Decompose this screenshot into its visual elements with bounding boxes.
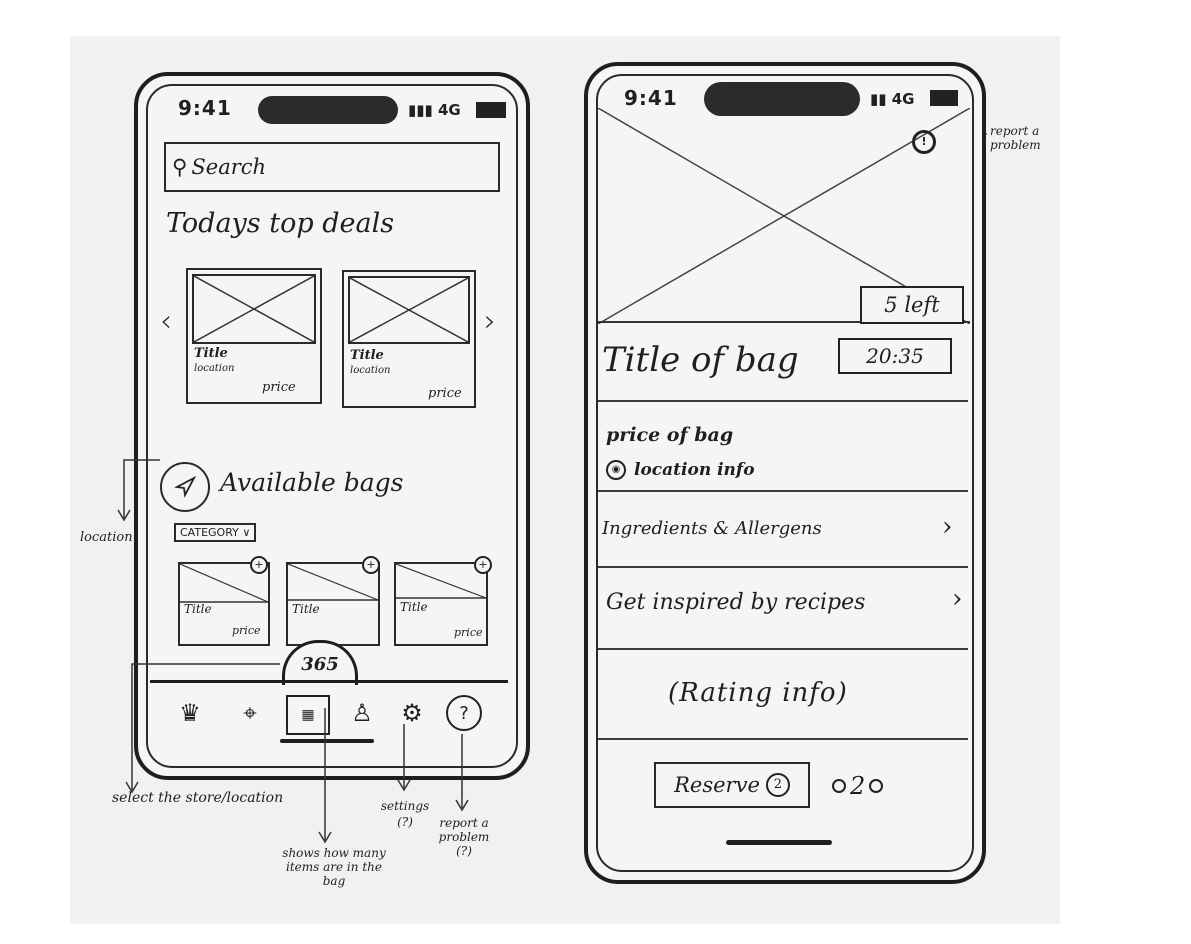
bag-title: Title [292,602,320,616]
bag-card[interactable]: + Title price [394,556,492,646]
stepper-value: 2 [850,772,866,800]
add-to-bag-icon[interactable]: + [250,556,268,574]
home-indicator [726,840,832,845]
user-icon[interactable]: ♙ [344,695,380,731]
increase-icon[interactable] [869,779,884,793]
image-cross-icon [350,278,468,342]
ingredients-label: Ingredients & Allergens [602,518,822,539]
category-label: CATEGORY [180,526,239,539]
location-icon: ◉ [606,460,626,480]
battery-icon [476,102,506,118]
items-left-text: 5 left [884,293,940,317]
reserve-count-badge: 2 [765,773,790,797]
annotation-report-problem-right: report a problem [990,124,1041,152]
annotation-bag-count: shows how many items are in the bag [282,846,386,888]
report-problem-icon[interactable]: ! [912,130,936,154]
bag-title: Title [184,602,212,616]
divider [598,738,968,740]
reserve-label: Reserve [674,773,760,797]
network-label: 4G [891,90,915,108]
chevron-right-icon: › [942,512,953,542]
deal-location: location [350,365,391,376]
image-placeholder-icon [396,564,486,599]
gear-icon[interactable]: ⚙ [394,695,430,731]
deal-title: Title [350,348,384,363]
chevron-right-icon: › [952,584,963,614]
annotation-report-problem: report a problem (?) [438,816,490,858]
chevron-down-icon: ∨ [242,526,251,539]
battery-icon [930,90,958,106]
bag-title: Title of bag [602,340,799,380]
image-cross-icon [194,276,314,342]
annotation-location: location [80,530,133,545]
add-to-bag-icon[interactable]: + [474,556,492,574]
search-input[interactable]: ⚲ Search [164,142,500,192]
category-dropdown[interactable]: CATEGORY ∨ [174,523,257,542]
bag-price: price of bag [606,424,734,446]
bottom-nav: ♛ ⌖ ▦ ♙ ⚙ ? [150,680,508,747]
deal-title: Title [194,346,228,361]
status-time: 9:41 [178,96,232,120]
rating-info: (Rating info) [668,678,848,708]
divider [598,566,968,568]
divider [598,490,968,492]
deal-image-placeholder [348,276,470,344]
decrease-icon[interactable] [832,779,846,793]
location-info-text: location info [634,460,755,480]
bag-card[interactable]: + Title price [178,556,270,646]
recipes-row[interactable]: Get inspired by recipes › [606,584,966,615]
bag-price: price [454,626,483,639]
location-button[interactable] [160,462,210,512]
ingredients-row[interactable]: Ingredients & Allergens › [602,512,962,542]
divider [598,648,968,650]
bag-title: Title [400,600,428,614]
add-to-bag-icon[interactable]: + [362,556,380,574]
bag-icon[interactable]: ▦ [286,695,330,735]
deal-location: location [194,363,235,374]
signal-network: ▮▮▮ 4G [408,101,461,119]
search-placeholder: Search [191,155,267,179]
pickup-timer: 20:35 [838,338,952,374]
recipes-label: Get inspired by recipes [606,590,866,615]
timer-value: 20:35 [866,344,924,368]
deal-card[interactable]: Title location price [342,270,476,408]
crown-icon[interactable]: ♛ [172,695,208,731]
annotation-select-store: select the store/location [112,790,284,806]
active-indicator [280,739,374,743]
bag-price: price [232,624,261,637]
reserve-button[interactable]: Reserve 2 [654,762,810,808]
carousel-next-icon[interactable]: › [484,304,496,339]
top-deals-heading: Todays top deals [166,208,395,239]
deal-price: price [428,386,462,401]
deal-image-placeholder [192,274,316,344]
search-icon: ⚲ [172,155,188,179]
status-time: 9:41 [624,86,678,110]
signal-bars-icon: ▮▮▮ [408,101,433,119]
quantity-stepper[interactable]: 2 [832,772,884,800]
map-pin-icon[interactable]: ⌖ [232,695,268,731]
divider [598,400,968,402]
signal-network: ▮▮ 4G [870,90,915,108]
annotation-settings: settings (?) [380,799,430,829]
location-info-row[interactable]: ◉ location info [606,460,755,480]
signal-bars-icon: ▮▮ [870,90,887,108]
help-icon[interactable]: ? [446,695,482,731]
bag-counter-value: 365 [301,653,339,675]
network-label: 4G [438,101,461,119]
camera-notch [258,96,398,124]
items-left-badge: 5 left [860,286,964,324]
deal-price: price [262,380,296,395]
carousel-prev-icon[interactable]: ‹ [160,304,172,339]
available-bags-heading: Available bags [220,468,404,497]
deal-card[interactable]: Title location price [186,268,322,404]
navigation-arrow-icon [174,475,197,498]
bag-card[interactable]: + Title price [286,556,380,646]
